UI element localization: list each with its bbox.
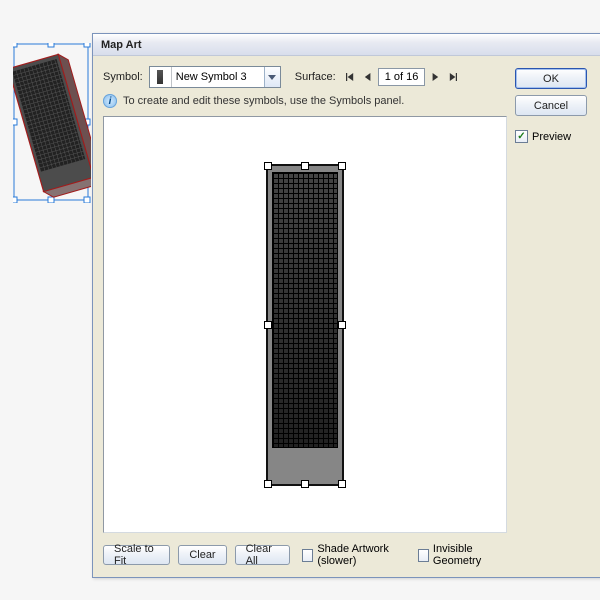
preview-checkbox[interactable]: Preview xyxy=(515,130,591,143)
transform-handle[interactable] xyxy=(338,321,346,329)
checkbox-icon xyxy=(418,549,429,562)
transform-handle[interactable] xyxy=(264,480,272,488)
surface-readout: 1 of 16 xyxy=(378,68,426,86)
previous-surface-button[interactable] xyxy=(360,69,376,85)
ok-button[interactable]: OK xyxy=(515,68,587,89)
info-icon: i xyxy=(103,94,117,108)
symbol-label: Symbol: xyxy=(103,71,143,83)
last-surface-button[interactable] xyxy=(445,69,461,85)
surface-label: Surface: xyxy=(295,71,336,83)
hint-text: To create and edit these symbols, use th… xyxy=(123,95,404,107)
invisible-geometry-checkbox[interactable]: Invisible Geometry xyxy=(418,543,507,567)
checkbox-icon xyxy=(302,549,313,562)
transform-handle[interactable] xyxy=(338,162,346,170)
clear-all-button[interactable]: Clear All xyxy=(235,545,291,565)
scale-to-fit-button[interactable]: Scale to Fit xyxy=(103,545,170,565)
symbol-value: New Symbol 3 xyxy=(172,67,264,87)
symbol-dropdown[interactable]: New Symbol 3 xyxy=(149,66,281,88)
map-art-dialog: Map Art Symbol: New Symbol 3 Surface: xyxy=(92,33,600,578)
artboard-3d-object xyxy=(13,43,91,206)
preview-label: Preview xyxy=(532,131,571,143)
hint-row: i To create and edit these symbols, use … xyxy=(103,94,507,108)
shade-artwork-label: Shade Artwork (slower) xyxy=(317,543,410,567)
transform-handle[interactable] xyxy=(264,321,272,329)
transform-handle[interactable] xyxy=(264,162,272,170)
next-surface-button[interactable] xyxy=(427,69,443,85)
shade-artwork-checkbox[interactable]: Shade Artwork (slower) xyxy=(302,543,410,567)
transform-handle[interactable] xyxy=(338,480,346,488)
chevron-down-icon[interactable] xyxy=(264,67,280,87)
mapped-artwork[interactable] xyxy=(267,165,343,485)
map-art-canvas[interactable] xyxy=(103,116,507,533)
symbol-swatch-icon xyxy=(150,67,172,87)
invisible-geometry-label: Invisible Geometry xyxy=(433,543,507,567)
dialog-title: Map Art xyxy=(101,39,142,51)
transform-handle[interactable] xyxy=(301,480,309,488)
first-surface-button[interactable] xyxy=(342,69,358,85)
checkbox-checked-icon xyxy=(515,130,528,143)
cancel-button[interactable]: Cancel xyxy=(515,95,587,116)
dialog-titlebar[interactable]: Map Art xyxy=(93,34,600,56)
transform-handle[interactable] xyxy=(301,162,309,170)
clear-button[interactable]: Clear xyxy=(178,545,226,565)
